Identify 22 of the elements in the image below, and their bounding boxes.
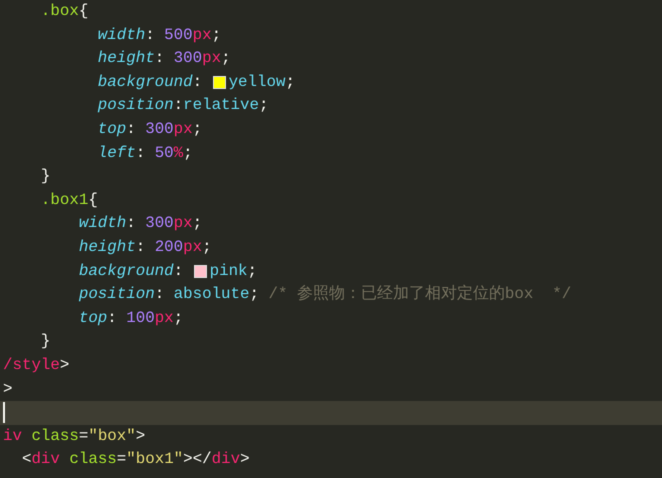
code-text: iv class="box"> xyxy=(3,426,146,447)
code-text: top: 300px; xyxy=(96,118,202,140)
code-text: } xyxy=(40,331,50,352)
code-text: width: 300px; xyxy=(78,213,202,234)
code-text: } xyxy=(40,166,50,188)
code-text: position: absolute; /* 参照物：已经加了相对定位的box */ xyxy=(78,284,572,306)
text-cursor xyxy=(3,402,5,424)
code-text: yellow; xyxy=(228,72,295,93)
code-text: .box1{ xyxy=(40,190,98,211)
code-text: .box{ xyxy=(40,1,88,22)
code-text: <div class="box1"></div> xyxy=(20,449,250,470)
code-text: width: 500px; xyxy=(96,24,222,46)
code-text: left: 50%; xyxy=(96,142,193,164)
code-text: background: xyxy=(78,260,184,282)
code-text: position:relative; xyxy=(96,95,268,116)
code-text: /style> xyxy=(3,354,70,376)
code-text: pink; xyxy=(210,260,258,282)
code-text: > xyxy=(3,378,12,400)
code-text: background: xyxy=(96,72,204,93)
code-text: height: 300px; xyxy=(96,48,231,70)
code-text: height: 200px; xyxy=(78,236,212,258)
code-text: top: 100px; xyxy=(78,308,184,329)
